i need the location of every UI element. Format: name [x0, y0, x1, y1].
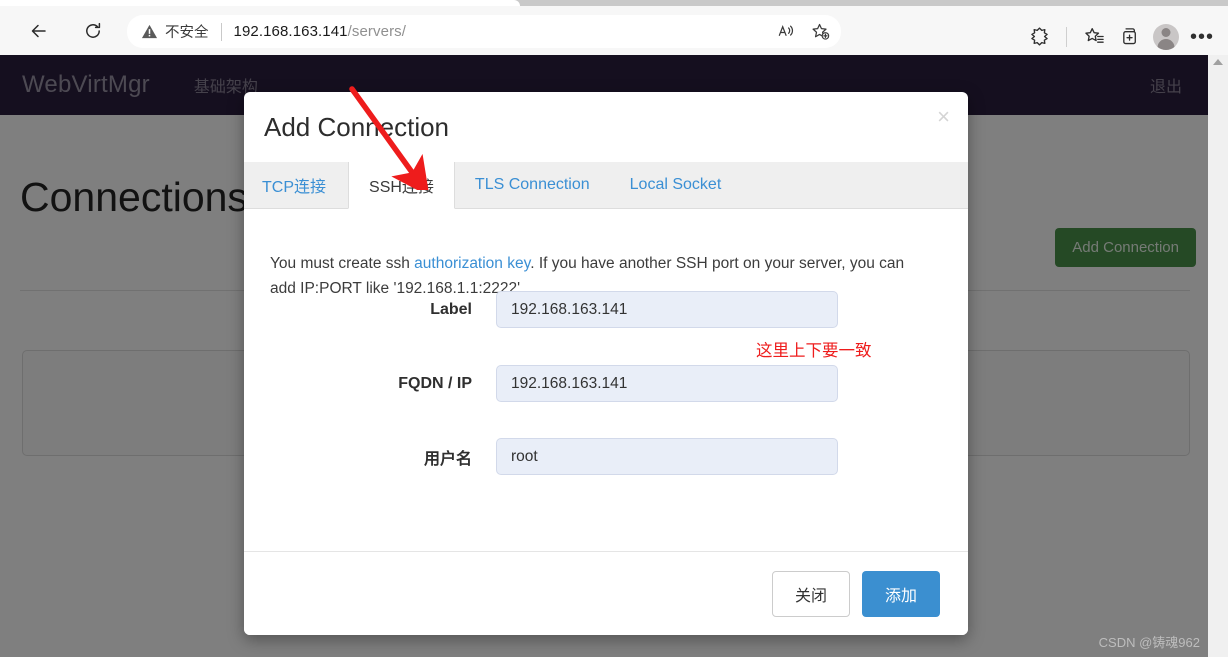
settings-more-icon[interactable]: ••• [1186, 21, 1218, 53]
username-input[interactable]: root [496, 438, 838, 475]
modal-tabs: TCP连接 SSH连接 TLS Connection Local Socket [244, 162, 968, 209]
omnibox-actions [771, 17, 835, 46]
authorization-key-link[interactable]: authorization key [414, 255, 530, 272]
url-path: /servers/ [347, 23, 407, 40]
collections-icon[interactable] [1078, 21, 1110, 53]
close-button[interactable]: 关闭 [771, 570, 850, 617]
modal-header: Add Connection × [244, 92, 968, 162]
form-row-fqdn: FQDN / IP 192.168.163.141 [270, 365, 942, 402]
reload-icon[interactable] [76, 14, 110, 48]
toolbar-right-actions: ••• [1023, 12, 1218, 61]
fqdn-input[interactable]: 192.168.163.141 [496, 365, 838, 402]
watermark: CSDN @铸魂962 [1098, 635, 1200, 650]
modal-title: Add Connection [264, 112, 450, 142]
browser-toolbar: 不安全 192.168.163.141/servers/ ••• [0, 6, 1228, 55]
form-row-username: 用户名 root [270, 438, 942, 475]
url-host: 192.168.163.141 [233, 23, 348, 40]
fqdn-field-label: FQDN / IP [398, 374, 472, 392]
add-button[interactable]: 添加 [861, 570, 940, 617]
read-aloud-icon[interactable] [771, 17, 801, 46]
profile-avatar-icon[interactable] [1150, 21, 1182, 53]
scroll-up-arrow-icon[interactable] [1213, 59, 1223, 65]
screen: 不安全 192.168.163.141/servers/ ••• Add Con… [0, 0, 1228, 657]
tab-tls-connection[interactable]: TLS Connection [455, 162, 610, 208]
tab-local-socket[interactable]: Local Socket [610, 162, 742, 208]
help-text-before: You must create ssh [270, 254, 415, 272]
toolbar-divider [1066, 26, 1067, 47]
address-bar[interactable]: 不安全 192.168.163.141/servers/ [127, 15, 841, 48]
annotation-note: 这里上下要一致 [756, 342, 872, 360]
ellipsis-glyph: ••• [1189, 25, 1214, 48]
tab-ssh-connection[interactable]: SSH连接 [348, 162, 455, 209]
username-field-label: 用户名 [423, 450, 472, 468]
browser-essentials-icon[interactable] [1023, 21, 1055, 53]
form-row-label: Label 192.168.163.141 [270, 291, 942, 328]
label-input[interactable]: 192.168.163.141 [496, 291, 838, 328]
avatar [1153, 23, 1179, 50]
close-icon[interactable]: × [937, 106, 950, 128]
add-connection-modal: Add Connection × TCP连接 SSH连接 TLS Connect… [244, 92, 968, 635]
modal-footer: 关闭 添加 [244, 551, 968, 635]
add-favorite-star-icon[interactable] [805, 17, 835, 46]
label-field-label: Label [430, 300, 472, 318]
tab-tcp-connection[interactable]: TCP连接 [244, 162, 348, 208]
omnibox-divider [220, 22, 222, 41]
security-status-label: 不安全 [165, 25, 209, 41]
url-text: 192.168.163.141/servers/ [234, 23, 407, 40]
warning-triangle-icon [141, 23, 158, 40]
split-screen-icon[interactable] [1114, 21, 1146, 53]
page-scrollbar[interactable] [1208, 55, 1228, 657]
back-arrow-icon[interactable] [22, 14, 56, 48]
modal-body: You must create ssh authorization key. I… [244, 209, 968, 589]
